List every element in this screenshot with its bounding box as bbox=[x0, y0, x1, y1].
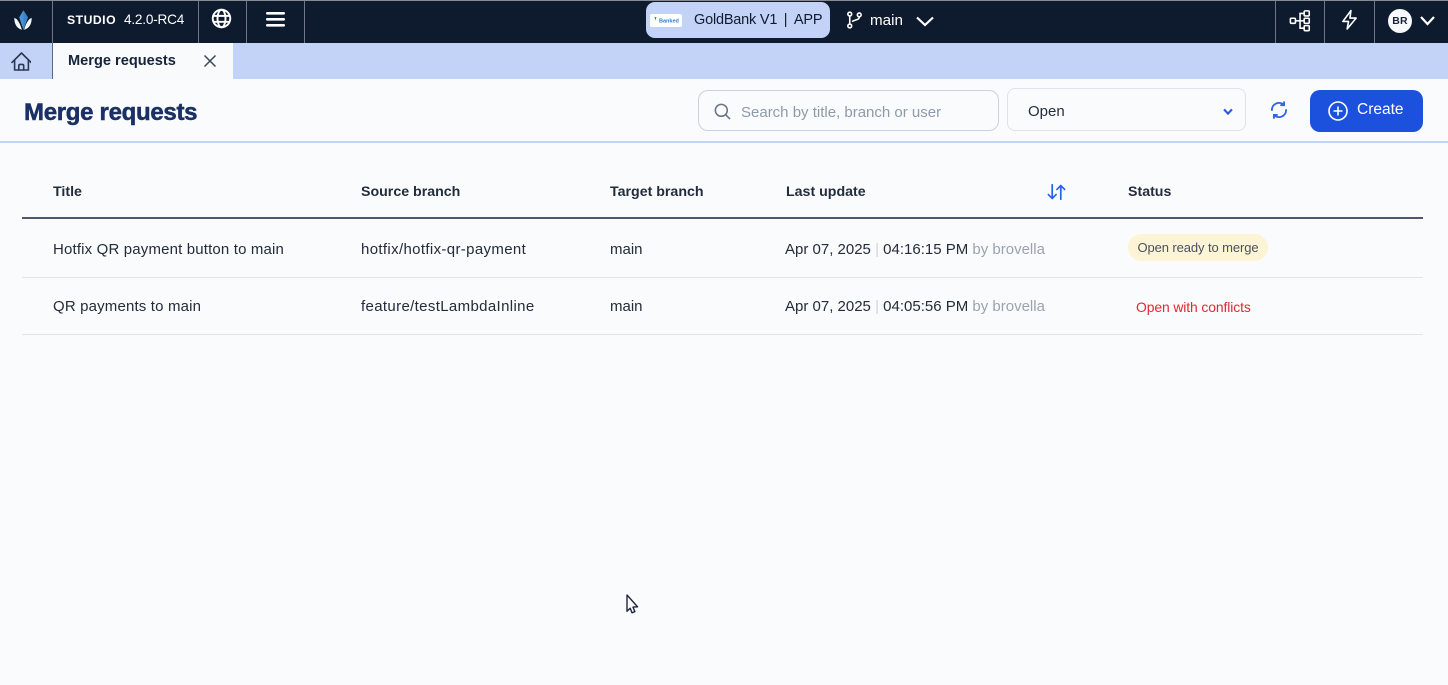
svg-text:Banked: Banked bbox=[659, 19, 679, 25]
